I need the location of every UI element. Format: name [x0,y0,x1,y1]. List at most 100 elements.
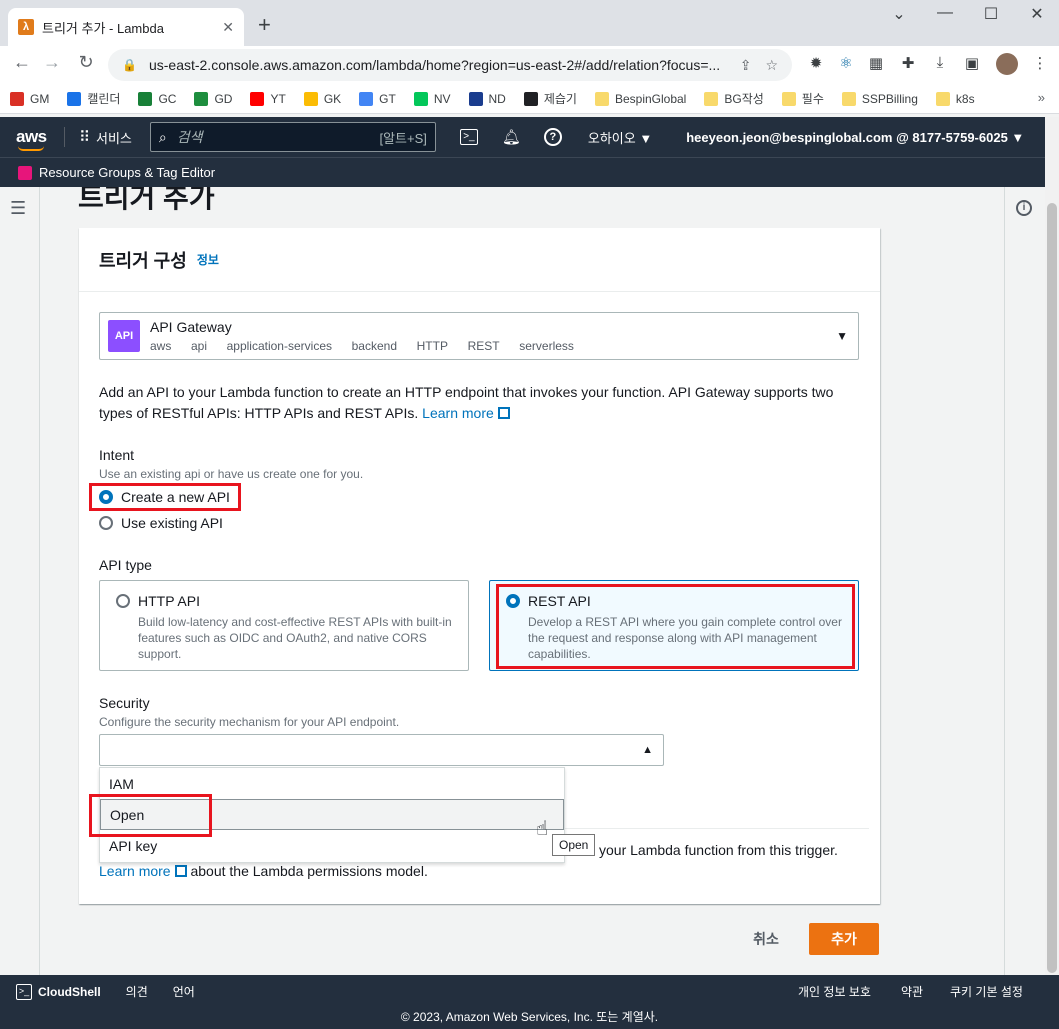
more-vert-icon[interactable]: ⋮ [1030,54,1050,74]
http-api-card[interactable]: HTTP API Build low-latency and cost-effe… [99,580,469,671]
caret-up-icon: ▲ [642,744,653,756]
account-menu[interactable]: heeyeon.jeon@bespinglobal.com @ 8177-575… [686,130,1024,145]
address-bar[interactable]: 🔒 us-east-2.console.aws.amazon.com/lambd… [108,49,792,81]
sidepanel-icon[interactable]: ▣ [962,54,982,74]
chevron-down-icon[interactable]: ⌄ [876,4,922,24]
cancel-button[interactable]: 취소 [738,923,794,955]
minimize-icon[interactable]: — [922,4,968,22]
bookmark-item[interactable]: ND [468,91,506,106]
aws-logo[interactable]: aws [16,127,50,151]
bookmark-item[interactable]: BespinGlobal [594,91,686,106]
bookmark-item[interactable]: 캘린더 [67,90,120,107]
panel-title: 트리거 구성 [99,250,187,271]
lock-icon: 🔒 [122,58,137,72]
puzzle-icon[interactable]: ✚ [898,54,918,74]
learn-more-link[interactable]: Learn more [422,405,494,421]
plus-icon[interactable]: + [258,12,271,38]
scrollbar-thumb[interactable] [1047,203,1057,973]
react-icon[interactable]: ⚛ [836,54,856,74]
bookmark-item[interactable]: k8s [935,91,975,106]
bookmark-item[interactable]: 필수 [781,90,824,107]
browser-toolbar: ← → ↻ 🔒 us-east-2.console.aws.amazon.com… [0,46,1059,84]
permissions-learn-more-link[interactable]: Learn more [99,863,171,879]
trigger-tag: serverless [519,339,574,353]
bookmark-item[interactable]: SSPBilling [841,91,918,106]
extension-gear-icon[interactable]: ✹ [806,54,826,74]
trigger-tags: aws api application-services backend HTT… [150,338,590,353]
search-placeholder: 검색 [176,129,203,145]
star-icon[interactable]: ☆ [765,57,778,74]
bookmarks-more-icon[interactable]: » [1038,90,1045,105]
bookmark-icon [10,91,24,106]
forward-icon[interactable]: → [40,52,64,73]
close-icon[interactable]: ✕ [222,19,234,36]
bookmark-icon [413,91,428,106]
bookmark-icon [468,91,483,106]
aws-footer: >_ CloudShell 의견 언어 개인 정보 보호 약관 쿠키 기본 설정… [0,975,1059,1029]
bookmark-icon [781,91,796,106]
info-link[interactable]: 정보 [197,251,219,268]
tooltip: Open [552,834,596,856]
security-description: Configure the security mechanism for you… [99,715,400,729]
tab-title: 트리거 추가 - Lambda [42,20,164,36]
footer-privacy[interactable]: 개인 정보 보호 [798,983,871,1000]
bookmark-item[interactable]: GD [194,91,232,106]
bell-icon[interactable]: 🔔︎ [502,128,521,146]
add-button[interactable]: 추가 [809,923,879,955]
maximize-icon[interactable]: ☐ [968,4,1014,24]
resource-groups-icon [18,165,32,180]
resource-groups-link[interactable]: Resource Groups & Tag Editor [39,165,215,180]
services-menu[interactable]: 서비스 [96,128,132,147]
bookmark-icon [594,91,609,106]
trigger-source-select[interactable]: API API Gateway aws api application-serv… [99,312,859,360]
download-icon[interactable]: ⤓ [930,54,950,74]
api-gateway-description: Add an API to your Lambda function to cr… [99,384,834,421]
bookmark-icon [67,91,82,106]
hamburger-icon[interactable]: ☰ [10,198,26,219]
bookmark-item[interactable]: NV [413,91,451,106]
region-selector[interactable]: 오하이오 ▼ [588,128,652,147]
search-input[interactable]: ⌕ 검색 [알트+S] [149,122,436,152]
bookmark-item[interactable]: GT [359,91,396,106]
radio-use-existing-api[interactable]: Use existing API [99,515,223,531]
security-select[interactable]: ▲ [99,734,664,766]
permissions-text: your Lambda function from this trigger. [599,842,838,858]
bookmark-item[interactable]: BG작성 [704,90,764,107]
browser-tabbar: λ 트리거 추가 - Lambda ✕ + ⌄ — ☐ ✕ [0,0,1059,46]
services-grid-icon[interactable]: ⠿ [79,128,90,146]
highlight-box [89,794,212,837]
footer-cloudshell[interactable]: CloudShell [38,985,101,999]
bookmark-item[interactable]: GC [138,91,176,106]
window-close-icon[interactable]: ✕ [1014,4,1059,24]
footer-terms[interactable]: 약관 [901,983,923,1000]
external-link-icon [497,407,510,419]
bookmark-item[interactable]: GK [303,91,341,106]
footer-language[interactable]: 언어 [173,983,195,1000]
avatar[interactable] [996,53,1018,75]
trigger-tag: application-services [226,339,332,353]
qr-icon[interactable]: ▦ [866,54,886,74]
cloudshell-icon[interactable]: >_ [459,129,478,145]
footer-cookies[interactable]: 쿠키 기본 설정 [950,983,1023,1000]
browser-tab[interactable]: λ 트리거 추가 - Lambda ✕ [8,8,244,46]
back-icon[interactable]: ← [10,52,34,73]
bookmark-icon [841,91,856,106]
intent-description: Use an existing api or have us create on… [99,467,364,481]
reload-icon[interactable]: ↻ [74,52,98,73]
info-icon[interactable]: i [1016,200,1032,216]
help-icon[interactable]: ? [543,128,562,146]
bookmark-item[interactable]: 제습기 [523,90,577,107]
radio-button[interactable] [116,594,130,608]
bookmarks-bar: GM 캘린더 GC GD YT GK GT NV ND 제습기 BespinGlobal BG작성 필수… [0,84,1059,114]
radio-button[interactable] [99,516,113,530]
bookmark-icon [359,91,374,106]
footer-feedback[interactable]: 의견 [126,983,148,1000]
bookmark-item[interactable]: YT [250,91,286,106]
panel-header: 트리거 구성 정보 [79,228,880,292]
bookmark-item[interactable]: GM [10,91,49,106]
security-label: Security [99,695,150,711]
bookmark-icon [138,91,153,106]
hand-cursor-icon: ☝ [536,818,549,840]
share-icon[interactable]: ⇪ [740,57,752,74]
scrollbar[interactable] [1045,117,1059,975]
